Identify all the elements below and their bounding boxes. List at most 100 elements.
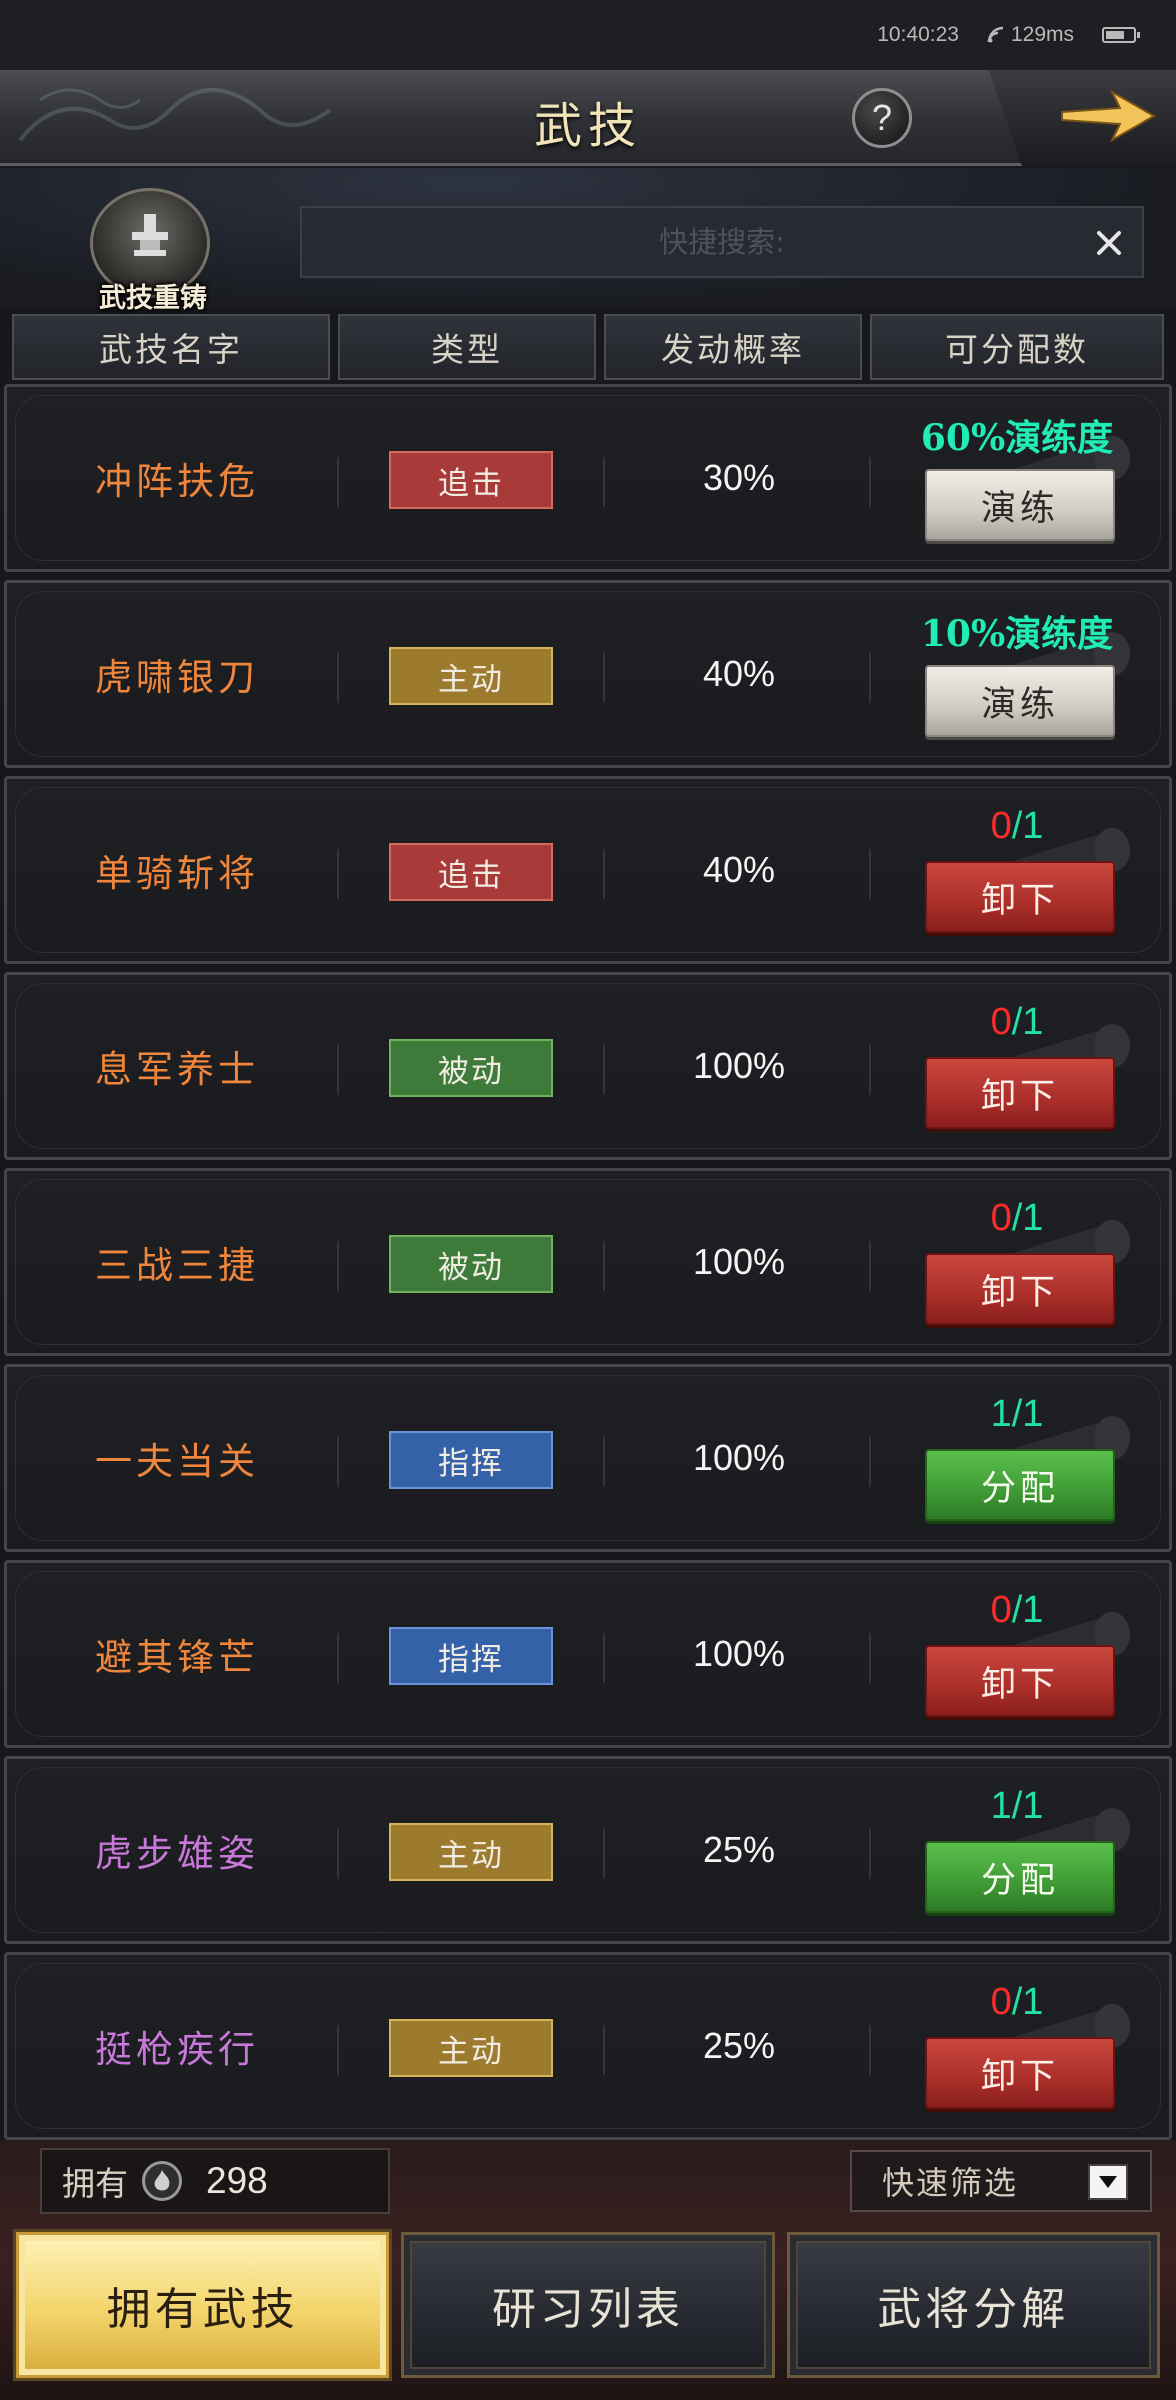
skill-row[interactable]: 挺枪疾行 主动 25% 0/1 卸下 [4, 1952, 1172, 2140]
divider [603, 1437, 605, 1487]
divider [603, 849, 605, 899]
divider [603, 1829, 605, 1879]
divider [603, 1633, 605, 1683]
header-assignable-count: 可分配数 [870, 314, 1164, 380]
divider [337, 653, 339, 703]
assign-count-total: 1 [1022, 1393, 1044, 1435]
assign-count: 1/1 [990, 1785, 1044, 1827]
title-bar: 武技 ? [0, 70, 1176, 166]
skill-name: 三战三捷 [95, 1244, 259, 1287]
skill-name: 避其锋芒 [95, 1636, 259, 1679]
assign-count-current: 1 [990, 1785, 1012, 1827]
assign-count: 0/1 [990, 805, 1044, 847]
skill-row[interactable]: 一夫当关 指挥 100% 1/1 分配 [4, 1364, 1172, 1552]
practice-progress: 60%演练度 [920, 417, 1114, 459]
chevron-down-icon [1088, 2164, 1128, 2200]
arrow-right-icon [1061, 89, 1157, 143]
divider [337, 1633, 339, 1683]
skill-name: 息军养士 [95, 1048, 259, 1091]
divider [869, 457, 871, 507]
divider [603, 2025, 605, 2075]
skill-name: 虎啸银刀 [95, 656, 259, 699]
quick-filter-label: 快速筛选 [882, 2164, 1019, 2202]
divider [337, 849, 339, 899]
trigger-rate: 25% [702, 2025, 776, 2066]
skill-type-badge: 被动 [389, 1235, 553, 1293]
ping-value: 129ms [1010, 23, 1074, 46]
unload-button[interactable]: 卸下 [925, 1057, 1115, 1129]
assign-button[interactable]: 分配 [925, 1449, 1115, 1521]
divider [869, 1241, 871, 1291]
skill-type-badge: 主动 [389, 2019, 553, 2077]
skill-name: 冲阵扶危 [95, 460, 259, 503]
owned-counter: 拥有 298 [40, 2148, 390, 2214]
skill-row[interactable]: 避其锋芒 指挥 100% 0/1 卸下 [4, 1560, 1172, 1748]
assign-button[interactable]: 分配 [925, 1841, 1115, 1913]
skill-row[interactable]: 单骑斩将 追击 40% 0/1 卸下 [4, 776, 1172, 964]
divider [869, 1633, 871, 1683]
assign-count-total: 1 [1022, 1981, 1044, 2023]
skill-row[interactable]: 三战三捷 被动 100% 0/1 卸下 [4, 1168, 1172, 1356]
help-button[interactable]: ? [852, 88, 912, 148]
divider [869, 1437, 871, 1487]
practice-progress: 10%演练度 [920, 613, 1114, 655]
status-bar: 10:40:23 129ms [0, 0, 1176, 70]
tab-general-decompose[interactable]: 武将分解 [786, 2232, 1160, 2378]
tab-study-list[interactable]: 研习列表 [401, 2232, 775, 2378]
divider [337, 1437, 339, 1487]
divider [603, 1045, 605, 1095]
owned-value: 298 [206, 2160, 268, 2201]
skill-name: 单骑斩将 [95, 852, 259, 895]
recast-button[interactable]: 武技重铸 [78, 188, 228, 314]
recast-label: 武技重铸 [99, 283, 207, 314]
assign-count-current: 0 [990, 1589, 1012, 1631]
skill-type-badge: 指挥 [389, 1627, 553, 1685]
search-input[interactable] [302, 208, 1142, 276]
toolbar: 武技重铸 [0, 168, 1176, 314]
assign-count-total: 1 [1022, 1589, 1044, 1631]
close-icon[interactable] [1084, 218, 1134, 268]
assign-count-total: 1 [1022, 1785, 1044, 1827]
battery-icon [1102, 27, 1140, 43]
trigger-rate: 40% [702, 849, 776, 890]
trigger-rate: 40% [702, 653, 776, 694]
assign-count-current: 1 [990, 1393, 1012, 1435]
divider [337, 1829, 339, 1879]
skill-row[interactable]: 虎啸银刀 主动 40% 10%演练度 演练 [4, 580, 1172, 768]
assign-count-current: 0 [990, 1197, 1012, 1239]
owned-label: 拥有 [62, 2164, 128, 2203]
skill-name: 一夫当关 [95, 1440, 259, 1483]
divider [869, 653, 871, 703]
skill-type-badge: 追击 [389, 451, 553, 509]
skill-list: 冲阵扶危 追击 30% 60%演练度 演练 虎啸银刀 主动 40% 10%演练度演… [4, 384, 1172, 2148]
skill-row[interactable]: 息军养士 被动 100% 0/1 卸下 [4, 972, 1172, 1160]
divider [869, 849, 871, 899]
divider [337, 2025, 339, 2075]
search-box [300, 206, 1144, 278]
divider [337, 457, 339, 507]
tab-owned-skills[interactable]: 拥有武技 [16, 2232, 390, 2378]
unload-button[interactable]: 卸下 [925, 1645, 1115, 1717]
skill-name: 挺枪疾行 [95, 2028, 259, 2071]
quick-filter-dropdown[interactable]: 快速筛选 [850, 2150, 1152, 2212]
status-time: 10:40:23 [877, 23, 959, 46]
unload-button[interactable]: 卸下 [925, 1253, 1115, 1325]
divider [337, 1241, 339, 1291]
trigger-rate: 100% [692, 1437, 786, 1478]
skill-row[interactable]: 虎步雄姿 主动 25% 1/1 分配 [4, 1756, 1172, 1944]
trigger-rate: 30% [702, 457, 776, 498]
assign-count-total: 1 [1022, 1001, 1044, 1043]
trigger-rate: 100% [692, 1045, 786, 1086]
divider [869, 1829, 871, 1879]
unload-button[interactable]: 卸下 [925, 2037, 1115, 2109]
anvil-icon [132, 214, 168, 256]
assign-count-current: 0 [990, 805, 1012, 847]
train-button[interactable]: 演练 [925, 469, 1115, 541]
skill-row[interactable]: 冲阵扶危 追击 30% 60%演练度演练 [4, 384, 1172, 572]
header-type: 类型 [338, 314, 596, 380]
train-button[interactable]: 演练 [925, 665, 1115, 737]
header-skill-name: 武技名字 [12, 314, 330, 380]
unload-button[interactable]: 卸下 [925, 861, 1115, 933]
divider [603, 1241, 605, 1291]
assign-count: 0/1 [990, 1589, 1044, 1631]
